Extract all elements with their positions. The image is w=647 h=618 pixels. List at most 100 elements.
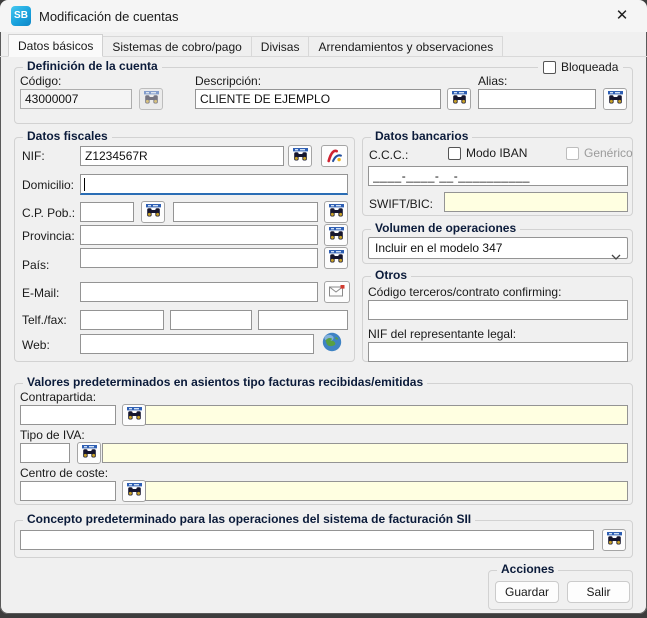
- group-title-volumen: Volumen de operaciones: [371, 221, 520, 235]
- concepto-sii-field[interactable]: [20, 530, 594, 550]
- search-icon: [329, 204, 344, 220]
- modo-iban-checkbox[interactable]: [448, 147, 461, 160]
- bloqueada-checkbox[interactable]: [543, 61, 556, 74]
- provincia-label: Provincia:: [22, 229, 75, 243]
- search-icon: [329, 250, 344, 266]
- tab-bar: Datos básicos Sistemas de cobro/pago Div…: [0, 34, 647, 57]
- search-icon: [144, 91, 159, 107]
- ccc-field[interactable]: [368, 166, 628, 186]
- search-icon: [607, 532, 622, 548]
- concepto-sii-search-button[interactable]: [602, 529, 626, 551]
- contrapartida-field[interactable]: [20, 405, 116, 425]
- search-icon: [127, 483, 142, 499]
- app-icon: SB: [11, 6, 31, 26]
- centro-coste-search-button[interactable]: [122, 480, 146, 502]
- provincia-search-button[interactable]: [324, 224, 348, 246]
- group-title-concepto-sii: Concepto predeterminado para las operaci…: [23, 512, 475, 526]
- search-icon: [608, 91, 623, 107]
- web-field[interactable]: [80, 334, 314, 354]
- codigo-terceros-field[interactable]: [368, 300, 628, 320]
- telf-fax-label: Telf./fax:: [22, 313, 67, 327]
- nif-field[interactable]: [80, 146, 284, 166]
- nif-label: NIF:: [22, 149, 45, 163]
- descripcion-field[interactable]: [195, 89, 441, 109]
- search-icon: [146, 204, 161, 220]
- pais-field[interactable]: [80, 248, 318, 268]
- globe-icon: [322, 332, 342, 355]
- provincia-field[interactable]: [80, 225, 318, 245]
- modo-iban-checkbox-row: Modo IBAN: [443, 146, 532, 160]
- alias-label: Alias:: [478, 74, 507, 88]
- tab-divisas[interactable]: Divisas: [251, 36, 310, 56]
- group-title-datos-fiscales: Datos fiscales: [23, 129, 112, 143]
- descripcion-label: Descripción:: [195, 74, 261, 88]
- generico-checkbox-row: Genérico: [561, 146, 638, 160]
- nif-representante-field[interactable]: [368, 342, 628, 362]
- group-title-definicion: Definición de la cuenta: [23, 59, 162, 73]
- close-icon[interactable]: ✕: [610, 5, 634, 27]
- telefono2-field[interactable]: [170, 310, 252, 330]
- generico-label: Genérico: [584, 146, 633, 160]
- tab-sistemas-cobro-pago[interactable]: Sistemas de cobro/pago: [102, 36, 251, 56]
- text-caret: [84, 178, 85, 191]
- group-title-datos-bancarios: Datos bancarios: [371, 129, 472, 143]
- search-icon: [329, 227, 344, 243]
- salir-button[interactable]: Salir: [567, 581, 630, 603]
- modo-iban-label: Modo IBAN: [466, 146, 527, 160]
- email-field[interactable]: [80, 282, 318, 302]
- search-icon: [127, 407, 142, 423]
- swift-bic-label: SWIFT/BIC:: [369, 197, 433, 211]
- codigo-search-button: [139, 88, 163, 110]
- contrapartida-label: Contrapartida:: [20, 390, 96, 404]
- mail-icon: [329, 285, 345, 300]
- domicilio-field[interactable]: [80, 174, 348, 195]
- search-icon: [82, 445, 97, 461]
- codigo-field: [20, 89, 132, 109]
- ccc-label: C.C.C.:: [369, 148, 408, 162]
- title-bar[interactable]: SB Modificación de cuentas ✕: [0, 0, 647, 32]
- nif-search-button[interactable]: [288, 145, 312, 167]
- guardar-button[interactable]: Guardar: [495, 581, 559, 603]
- open-web-button[interactable]: [320, 331, 344, 355]
- fax-field[interactable]: [258, 310, 348, 330]
- volumen-select[interactable]: Incluir en el modelo 347: [368, 237, 628, 259]
- cp-pob-label: C.P. Pob.:: [22, 206, 75, 220]
- send-email-button[interactable]: [324, 281, 350, 303]
- codigo-terceros-label: Código terceros/contrato confirming:: [368, 285, 561, 299]
- codigo-label: Código:: [20, 74, 61, 88]
- contrapartida-descripcion-field: [145, 405, 628, 425]
- telefono1-field[interactable]: [80, 310, 164, 330]
- poblacion-field[interactable]: [173, 202, 318, 222]
- tipo-iva-field[interactable]: [20, 443, 70, 463]
- search-icon: [293, 148, 308, 164]
- poblacion-search-button[interactable]: [324, 201, 348, 223]
- nif-representante-label: NIF del representante legal:: [368, 327, 516, 341]
- group-title-otros: Otros: [371, 268, 411, 282]
- bloqueada-checkbox-row: Bloqueada: [538, 60, 623, 74]
- tipo-iva-search-button[interactable]: [77, 442, 101, 464]
- centro-coste-field[interactable]: [20, 481, 116, 501]
- alias-search-button[interactable]: [603, 88, 627, 110]
- centro-coste-descripcion-field: [145, 481, 628, 501]
- aeat-icon: [326, 147, 343, 166]
- aeat-validate-button[interactable]: [321, 145, 348, 167]
- tab-arrendamientos[interactable]: Arrendamientos y observaciones: [308, 36, 503, 56]
- generico-checkbox: [566, 147, 579, 160]
- pais-search-button[interactable]: [324, 247, 348, 269]
- descripcion-search-button[interactable]: [447, 88, 471, 110]
- cp-search-button[interactable]: [141, 201, 165, 223]
- chevron-down-icon: [611, 246, 621, 266]
- search-icon: [452, 91, 467, 107]
- web-label: Web:: [22, 338, 50, 352]
- tipo-iva-label: Tipo de IVA:: [20, 428, 85, 442]
- swift-bic-field[interactable]: [444, 192, 628, 212]
- contrapartida-search-button[interactable]: [122, 404, 146, 426]
- volumen-selected-value: Incluir en el modelo 347: [375, 241, 502, 255]
- tipo-iva-descripcion-field: [102, 443, 628, 463]
- group-title-valores: Valores predeterminados en asientos tipo…: [23, 375, 427, 389]
- pais-label: País:: [22, 258, 49, 272]
- cp-field[interactable]: [80, 202, 134, 222]
- window-title: Modificación de cuentas: [39, 9, 178, 24]
- alias-field[interactable]: [478, 89, 596, 109]
- tab-datos-basicos[interactable]: Datos básicos: [8, 34, 103, 57]
